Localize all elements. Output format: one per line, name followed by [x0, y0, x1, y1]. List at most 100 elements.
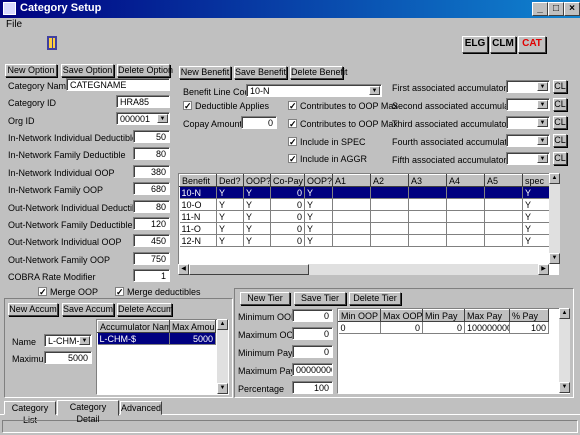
scroll-down-icon[interactable]: ▼ [217, 383, 228, 394]
save-benefit-button[interactable]: Save Benefit [234, 66, 287, 79]
associated-accumulator-select[interactable]: ▼ [506, 152, 550, 165]
scroll-left-icon[interactable]: ◀ [178, 264, 189, 275]
benefit-grid-vscroll[interactable]: ▲ ▼ [549, 173, 560, 264]
accum-grid[interactable]: Accumulator NameMax AmountL-CHM-$5000 [96, 319, 229, 395]
maximize-button[interactable]: □ [548, 2, 564, 16]
contributes-oop-2-checkbox[interactable]: ✓ [288, 119, 297, 129]
table-row[interactable]: 0 0 0 100000000 100 [338, 321, 549, 334]
column-header[interactable]: Max OOP [380, 309, 423, 322]
column-header[interactable]: Max Amount [169, 320, 216, 333]
column-header[interactable]: Benefit [179, 174, 217, 187]
minimize-button[interactable]: _ [532, 2, 548, 16]
category-name-input[interactable]: CATEGNAME [66, 78, 170, 91]
clear-accumulator-button[interactable]: CL [553, 80, 567, 93]
clear-accumulator-button[interactable]: CL [553, 98, 567, 111]
delete-accum-button[interactable]: Delete Accum [117, 303, 174, 316]
associated-accumulator-select[interactable]: ▼ [506, 134, 550, 147]
column-header[interactable]: OOP? [243, 174, 271, 187]
accum-name-select[interactable]: L-CHM- ▼ [44, 334, 92, 347]
column-header[interactable]: Min Pay [422, 309, 465, 322]
clear-accumulator-button[interactable]: CL [553, 152, 567, 165]
column-header[interactable]: A1 [332, 174, 371, 187]
cat-button[interactable]: CAT [518, 36, 546, 53]
associated-accumulator-select[interactable]: ▼ [506, 80, 550, 93]
category-id-input[interactable]: HRA85 [116, 95, 170, 108]
deductible-applies-checkbox[interactable]: ✓ [183, 101, 192, 111]
exit-icon[interactable] [44, 34, 62, 52]
scroll-up-icon[interactable]: ▲ [217, 319, 228, 330]
column-header[interactable]: A3 [408, 174, 447, 187]
merge-oop-checkbox[interactable]: ✓ [38, 287, 47, 297]
new-option-button[interactable]: New Option [5, 64, 57, 77]
new-accum-button[interactable]: New Accum [8, 303, 58, 316]
tab-category-list[interactable]: Category List [4, 401, 56, 425]
column-header[interactable]: A5 [484, 174, 523, 187]
tier-field-input[interactable]: 00000000 [292, 363, 333, 376]
column-header[interactable]: OOP? [304, 174, 333, 187]
option-field-input[interactable]: 80 [133, 199, 170, 213]
table-row[interactable]: 10-N Y Y 0 Y Y [179, 186, 555, 199]
tab-category-detail[interactable]: Category Detail [57, 400, 119, 424]
org-id-select[interactable]: 000001 ▼ [116, 112, 170, 125]
save-tier-button[interactable]: Save Tier [294, 292, 346, 305]
column-header[interactable]: Accumulator Name [97, 320, 170, 333]
column-header[interactable]: Max Pay [464, 309, 510, 322]
option-field-input[interactable]: 750 [133, 251, 170, 265]
chevron-down-icon[interactable]: ▼ [537, 100, 548, 109]
new-tier-button[interactable]: New Tier [240, 292, 290, 305]
table-row[interactable]: 11-O Y Y 0 Y Y [179, 222, 555, 235]
table-row[interactable]: L-CHM-$ 5000 [97, 332, 216, 345]
chevron-down-icon[interactable]: ▼ [537, 136, 548, 145]
benefit-grid[interactable]: Benefit Ded? OOP? Co-Pay OOP? A1 A2 A3 A4 A5 spec 1… [178, 173, 559, 275]
close-button[interactable]: × [564, 2, 580, 16]
tier-field-input[interactable]: 0 [292, 345, 333, 358]
tab-advanced[interactable]: Advanced [120, 401, 162, 415]
column-header[interactable]: % Pay [509, 309, 549, 322]
benefit-line-code-select[interactable]: 10-N ▼ [246, 84, 382, 97]
column-header[interactable]: Min OOP [338, 309, 381, 322]
associated-accumulator-select[interactable]: ▼ [506, 116, 550, 129]
tier-field-input[interactable]: 0 [292, 309, 333, 322]
chevron-down-icon[interactable]: ▼ [537, 82, 548, 91]
column-header[interactable]: Ded? [216, 174, 244, 187]
tier-field-input[interactable]: 0 [292, 327, 333, 340]
chevron-down-icon[interactable]: ▼ [79, 336, 90, 345]
benefit-grid-hscroll[interactable]: ◀ ▶ [178, 264, 549, 275]
merge-deductibles-checkbox[interactable]: ✓ [115, 287, 124, 297]
tier-grid[interactable]: Min OOP Max OOP Min Pay Max Pay% Pay 0 0 0 1000… [337, 308, 570, 394]
column-header[interactable]: A4 [446, 174, 485, 187]
table-row[interactable]: 12-N Y Y 0 Y Y [179, 234, 555, 247]
new-benefit-button[interactable]: New Benefit [179, 66, 231, 79]
chevron-down-icon[interactable]: ▼ [537, 118, 548, 127]
clear-accumulator-button[interactable]: CL [553, 134, 567, 147]
option-field-input[interactable]: 120 [133, 217, 170, 230]
option-field-input[interactable]: 680 [133, 182, 170, 196]
include-aggr-checkbox[interactable]: ✓ [288, 154, 297, 164]
save-option-button[interactable]: Save Option [61, 64, 114, 77]
tier-grid-vscroll[interactable]: ▲ ▼ [559, 308, 570, 393]
chevron-down-icon[interactable]: ▼ [537, 154, 548, 163]
delete-tier-button[interactable]: Delete Tier [349, 292, 401, 305]
include-spec-checkbox[interactable]: ✓ [288, 137, 297, 147]
column-header[interactable]: A2 [370, 174, 409, 187]
table-row[interactable]: 10-O Y Y 0 Y Y [179, 198, 555, 211]
option-field-input[interactable]: 50 [133, 130, 170, 143]
clear-accumulator-button[interactable]: CL [553, 116, 567, 129]
save-accum-button[interactable]: Save Accum [62, 303, 114, 316]
table-row[interactable]: 11-N Y Y 0 Y Y [179, 210, 555, 223]
menu-file[interactable]: File [6, 19, 22, 30]
scroll-right-icon[interactable]: ▶ [538, 264, 549, 275]
option-field-input[interactable]: 450 [133, 234, 170, 248]
scroll-down-icon[interactable]: ▼ [549, 253, 560, 264]
scroll-thumb[interactable] [189, 264, 309, 275]
contributes-oop-1-checkbox[interactable]: ✓ [288, 101, 297, 111]
tier-field-input[interactable]: 100 [292, 381, 333, 394]
scroll-down-icon[interactable]: ▼ [559, 382, 570, 393]
option-field-input[interactable]: 80 [133, 147, 170, 161]
associated-accumulator-select[interactable]: ▼ [506, 98, 550, 111]
accum-max-input[interactable]: 5000 [44, 351, 92, 364]
copay-amount-input[interactable]: 0 [241, 116, 277, 129]
option-field-input[interactable]: 1 [133, 269, 170, 283]
chevron-down-icon[interactable]: ▼ [369, 86, 380, 95]
chevron-down-icon[interactable]: ▼ [157, 114, 168, 123]
